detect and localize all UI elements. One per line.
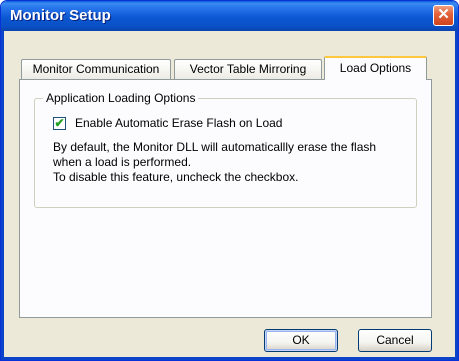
group-label: Application Loading Options	[43, 91, 199, 105]
description-line: To disable this feature, uncheck the che…	[53, 170, 299, 184]
title-bar[interactable]: Monitor Setup ✕	[1, 1, 458, 31]
tab-load-options[interactable]: Load Options	[324, 56, 427, 80]
cancel-button[interactable]: Cancel	[358, 329, 432, 352]
window-border-right	[455, 31, 458, 360]
ok-button[interactable]: OK	[264, 329, 338, 352]
tab-panel-load-options: Application Loading Options ✔ Enable Aut…	[19, 79, 432, 318]
description-line: when a load is performed.	[53, 155, 192, 169]
tab-label: Monitor Communication	[32, 62, 160, 76]
erase-flash-checkbox-label[interactable]: Enable Automatic Erase Flash on Load	[75, 116, 282, 130]
tab-vector-table-mirroring[interactable]: Vector Table Mirroring	[174, 59, 322, 79]
tab-monitor-communication[interactable]: Monitor Communication	[21, 59, 171, 79]
tab-label: Load Options	[339, 61, 412, 75]
description-line: By default, the Monitor DLL will automat…	[53, 140, 377, 154]
description-text: By default, the Monitor DLL will automat…	[53, 140, 413, 185]
window-title: Monitor Setup	[10, 7, 111, 24]
close-icon: ✕	[437, 6, 450, 23]
erase-flash-checkbox[interactable]: ✔	[53, 117, 66, 130]
checkmark-icon: ✔	[54, 116, 65, 130]
window-border-left	[1, 31, 4, 360]
tab-label: Vector Table Mirroring	[189, 62, 307, 76]
application-loading-options-group: Application Loading Options ✔ Enable Aut…	[34, 91, 417, 208]
close-button[interactable]: ✕	[433, 5, 454, 26]
window-border-bottom	[1, 357, 458, 360]
dialog-window: Monitor Setup ✕ Monitor Communication Ve…	[0, 0, 459, 361]
